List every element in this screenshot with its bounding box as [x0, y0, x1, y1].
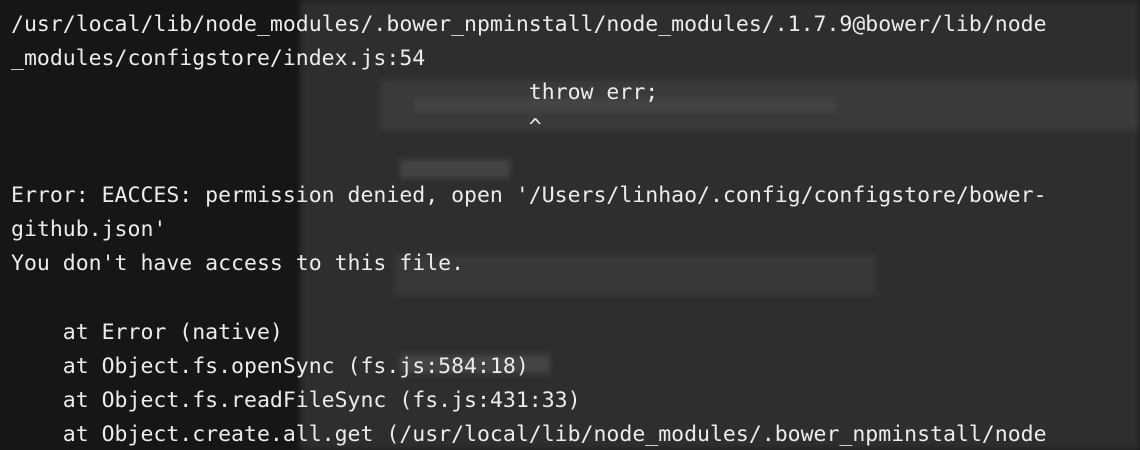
terminal-window[interactable]: /usr/local/lib/node_modules/.bower_npmin…: [0, 0, 1140, 450]
terminal-line-module-path: /usr/local/lib/node_modules/.bower_npmin…: [11, 12, 1047, 37]
terminal-line-error-cont: github.json': [11, 217, 167, 243]
stack-trace-line: at Object.create.all.get (/usr/local/lib…: [11, 422, 1047, 448]
stack-trace-line: at Object.fs.openSync (fs.js:584:18): [11, 353, 529, 379]
terminal-line-module-path-cont: _modules/configstore/index.js:54: [11, 46, 426, 72]
stack-trace-line: at Object.fs.readFileSync (fs.js:431:33): [11, 388, 581, 414]
terminal-line-caret: ^: [11, 114, 542, 140]
terminal-line-error: Error: EACCES: permission denied, open '…: [11, 182, 1047, 208]
terminal-output[interactable]: /usr/local/lib/node_modules/.bower_npmin…: [11, 8, 1140, 450]
terminal-line-access-message: You don't have access to this file.: [11, 251, 465, 277]
stack-trace-line: at Error (native): [11, 319, 283, 345]
terminal-line-throw: throw err;: [11, 80, 659, 106]
